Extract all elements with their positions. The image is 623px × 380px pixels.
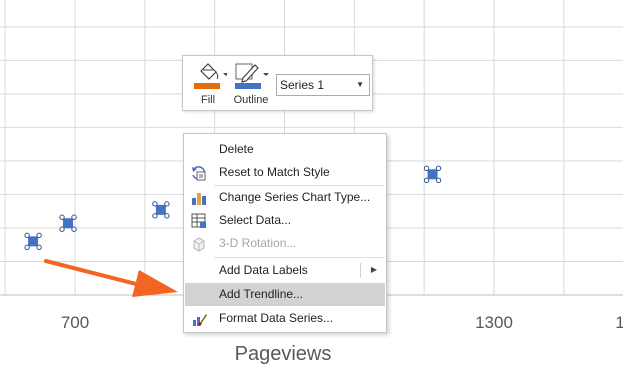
selection-handle: [435, 165, 442, 172]
menu-item-label: Reset to Match Style: [219, 165, 330, 179]
menu-item-label: Change Series Chart Type...: [219, 190, 371, 204]
selection-handle: [59, 226, 65, 232]
menu-item-add-data-labels[interactable]: Add Data Labels ▶: [185, 259, 385, 282]
data-point[interactable]: [152, 201, 170, 219]
fill-button[interactable]: Fill: [191, 59, 227, 109]
x-tick-label: 1300: [475, 313, 513, 332]
menu-item-label: Delete: [219, 142, 254, 156]
fill-label: Fill: [200, 94, 216, 106]
fill-color-swatch: [194, 83, 220, 89]
selection-handle: [152, 213, 158, 219]
chevron-right-icon[interactable]: ▶: [371, 265, 377, 274]
series-select[interactable]: Series 1 ▼: [276, 74, 370, 96]
x-axis-title[interactable]: Pageviews: [235, 343, 332, 366]
menu-item-label: Add Trendline...: [219, 287, 304, 301]
data-point[interactable]: [423, 165, 442, 184]
outline-label: Outline: [233, 94, 269, 106]
menu-item-label: 3-D Rotation...: [219, 236, 297, 250]
menu-item-select-data[interactable]: Select Data...: [185, 209, 385, 232]
selection-handle: [24, 232, 30, 239]
selection-handle: [435, 177, 442, 184]
x-tick-label: 1: [615, 313, 623, 332]
x-tick-label: 700: [60, 313, 90, 332]
arrow-head: [132, 270, 178, 297]
menu-separator: [214, 257, 384, 258]
selection-handle: [152, 201, 158, 207]
chart-type-icon: [192, 193, 206, 205]
menu-item-add-trendline[interactable]: Add Trendline...: [185, 283, 385, 306]
context-menu: Delete Reset to Match Style Change Serie…: [183, 133, 387, 333]
pen-outline-icon: [235, 63, 269, 89]
paint-bucket-icon: [194, 63, 227, 89]
menu-item-delete[interactable]: Delete: [185, 138, 385, 161]
mini-toolbar: Fill Outline Series 1 ▼: [182, 55, 373, 111]
3d-rotation-icon: [193, 237, 205, 252]
point-marker: [427, 169, 438, 180]
selection-handle: [423, 177, 430, 184]
annotation-arrow: [44, 259, 178, 297]
point-marker: [28, 236, 39, 247]
select-data-icon: [191, 213, 206, 228]
format-series-icon: [193, 314, 207, 326]
selection-handle: [164, 201, 170, 207]
data-point[interactable]: [59, 214, 77, 232]
menu-item-3d-rotation: 3-D Rotation...: [185, 232, 385, 255]
data-point[interactable]: [24, 232, 42, 251]
menu-item-label: Format Data Series...: [219, 311, 334, 325]
outline-button[interactable]: Outline: [231, 59, 273, 109]
menu-item-format-data-series[interactable]: Format Data Series...: [185, 307, 385, 330]
selection-handle: [423, 165, 430, 172]
selection-handle: [36, 232, 42, 239]
selection-handle: [164, 213, 170, 219]
selection-handle: [59, 214, 65, 220]
point-marker: [155, 204, 166, 215]
selection-handle: [24, 244, 30, 251]
reset-style-icon: [192, 166, 206, 181]
series-select-value: Series 1: [280, 78, 325, 92]
chevron-down-icon: ▼: [356, 80, 364, 89]
menu-item-reset-to-match-style[interactable]: Reset to Match Style: [185, 161, 385, 184]
menu-item-change-series-chart-type[interactable]: Change Series Chart Type...: [185, 186, 385, 209]
submenu-divider: [360, 263, 361, 278]
menu-item-label: Add Data Labels: [219, 263, 308, 277]
selection-handle: [36, 244, 42, 251]
selection-handle: [71, 226, 77, 232]
menu-item-label: Select Data...: [219, 213, 292, 227]
outline-color-swatch: [235, 83, 261, 89]
point-marker: [63, 218, 74, 229]
selection-handle: [71, 214, 77, 220]
